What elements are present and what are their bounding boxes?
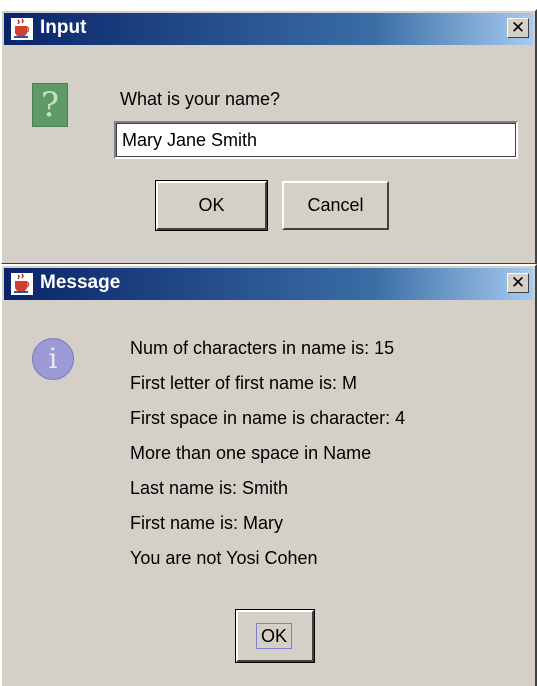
message-ok-button[interactable]: OK (235, 609, 315, 663)
message-dialog-close-button[interactable]: ✕ (507, 273, 529, 293)
java-cup-icon (11, 273, 33, 295)
message-line: Num of characters in name is: 15 (130, 338, 395, 358)
java-cup-icon (11, 18, 33, 40)
message-line: Last name is: Smith (130, 478, 289, 498)
cancel-button[interactable]: Cancel (282, 181, 389, 230)
input-dialog: Input ✕ ? What is your name? OK Cancel (0, 9, 537, 265)
message-line: First space in name is character: 4 (130, 408, 406, 428)
ok-button[interactable]: OK (155, 180, 268, 231)
input-dialog-titlebar[interactable]: Input ✕ (4, 13, 533, 45)
message-line: First name is: Mary (130, 513, 284, 533)
name-prompt-label: What is your name? (120, 89, 281, 109)
information-icon: i (32, 338, 74, 380)
message-line: More than one space in Name (130, 443, 372, 463)
close-icon: ✕ (510, 18, 526, 38)
message-ok-label: OK (256, 623, 292, 649)
name-input[interactable] (114, 121, 518, 159)
message-line: You are not Yosi Cohen (130, 548, 318, 568)
message-dialog: Message ✕ i Num of characters in name is… (0, 264, 537, 686)
input-dialog-close-button[interactable]: ✕ (507, 18, 529, 38)
question-icon: ? (32, 83, 68, 127)
message-line: First letter of first name is: M (130, 373, 358, 393)
message-dialog-title: Message (40, 272, 121, 293)
close-icon: ✕ (510, 273, 526, 293)
input-dialog-title: Input (40, 17, 87, 38)
message-dialog-titlebar[interactable]: Message ✕ (4, 268, 533, 300)
